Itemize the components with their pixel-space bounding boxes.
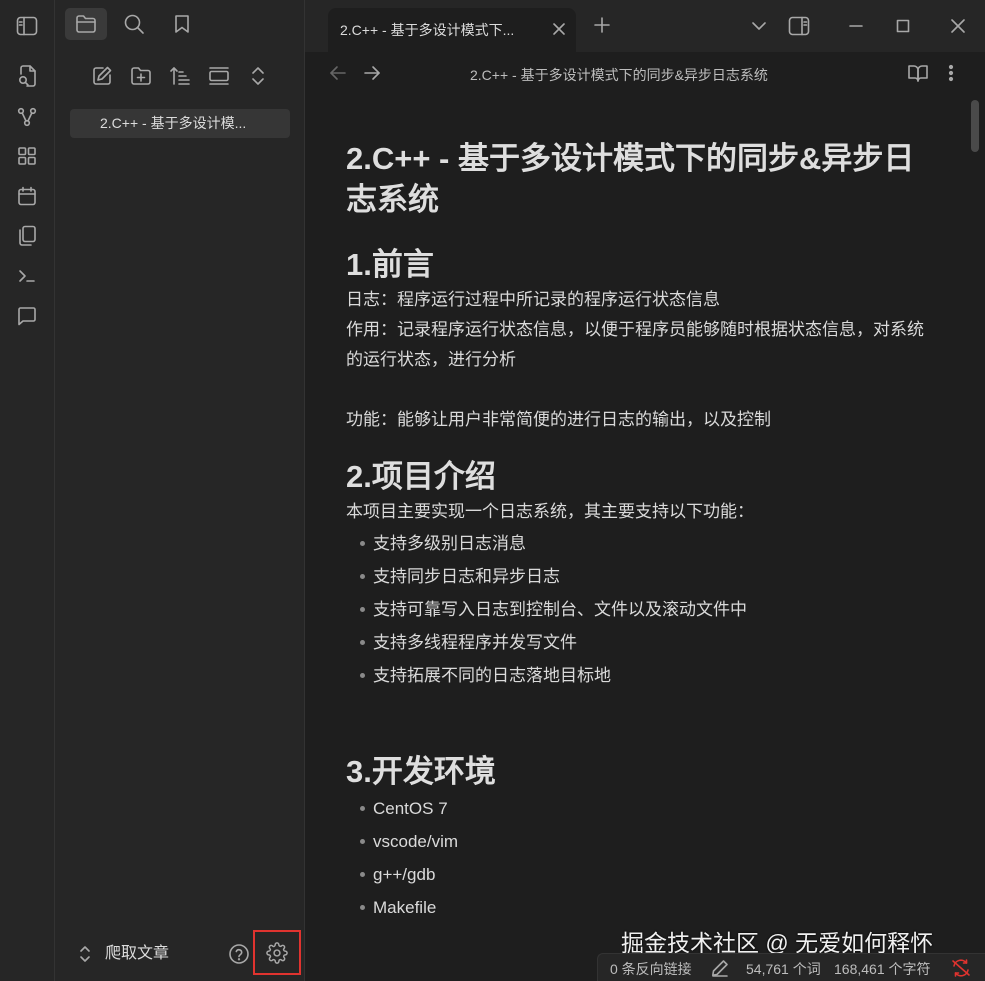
bullet-icon: [360, 839, 365, 844]
maximize-window-icon[interactable]: [890, 13, 916, 39]
vault-switcher-icon[interactable]: [75, 943, 95, 965]
tab-active-note[interactable]: 2.C++ - 基于多设计模式下...: [328, 8, 576, 52]
list-item: 支持多线程程序并发写文件: [346, 626, 936, 659]
search-tab[interactable]: [113, 8, 155, 40]
close-tab-icon[interactable]: [548, 18, 570, 40]
expand-collapse-icon[interactable]: [243, 62, 273, 90]
character-count: 168,461 个字符: [834, 961, 931, 977]
tab-bar: 2.C++ - 基于多设计模式下...: [305, 0, 985, 52]
feature-list: 支持多级别日志消息 支持同步日志和异步日志 支持可靠写入日志到控制台、文件以及滚…: [346, 527, 936, 692]
word-count: 54,761 个词: [746, 961, 821, 977]
daily-note-calendar-icon[interactable]: [14, 183, 40, 209]
minimize-window-icon[interactable]: [843, 13, 869, 39]
file-explorer-tab[interactable]: [65, 8, 107, 40]
ribbon: [0, 0, 55, 981]
document-title: 2.C++ - 基于多设计模式下的同步&异步日志系统: [346, 141, 915, 217]
new-note-icon[interactable]: [87, 62, 117, 90]
paragraph: 作用：记录程序运行状态信息，以便于程序员能够随时根据状态信息，对系统的运行状态，…: [346, 320, 924, 369]
bullet-icon: [360, 806, 365, 811]
editing-mode-pencil-icon[interactable]: [710, 958, 730, 978]
tab-list-chevron-down-icon[interactable]: [746, 13, 772, 39]
bullet-icon: [360, 872, 365, 877]
list-item: 支持同步日志和异步日志: [346, 560, 936, 593]
list-item: vscode/vim: [346, 825, 936, 858]
note-content[interactable]: 2.C++ - 基于多设计模式下的同步&异步日志系统 1.前言 日志：程序运行过…: [305, 96, 985, 981]
section-heading-1: 1.前言: [346, 247, 434, 282]
vault-profile-bar: 爬取文章: [55, 929, 305, 981]
help-icon[interactable]: [227, 942, 251, 966]
view-header: 2.C++ - 基于多设计模式下的同步&异步日志系统: [305, 52, 985, 96]
toggle-right-sidebar-icon[interactable]: [786, 13, 812, 39]
list-item: CentOS 7: [346, 792, 936, 825]
bullet-icon: [360, 607, 365, 612]
sort-order-icon[interactable]: [165, 62, 195, 90]
file-list-item[interactable]: 2.C++ - 基于多设计模...: [70, 109, 290, 138]
sync-status-icon[interactable]: [950, 958, 972, 978]
view-header-title[interactable]: 2.C++ - 基于多设计模式下的同步&异步日志系统: [470, 65, 768, 85]
content-scrollbar[interactable]: [971, 100, 979, 152]
settings-gear-icon[interactable]: [253, 930, 301, 975]
bullet-icon: [360, 574, 365, 579]
navigate-back-arrow-icon[interactable]: [327, 62, 349, 84]
file-explorer-actions: [87, 62, 273, 90]
tab-title: 2.C++ - 基于多设计模式下...: [340, 22, 515, 38]
bullet-icon: [360, 640, 365, 645]
reading-view-book-icon[interactable]: [906, 62, 930, 84]
status-bar: 0 条反向链接 54,761 个词 168,461 个字符: [597, 953, 985, 981]
navigate-forward-arrow-icon[interactable]: [361, 62, 383, 84]
bullet-icon: [360, 541, 365, 546]
list-item: 支持拓展不同的日志落地目标地: [346, 659, 936, 692]
list-item: 支持可靠写入日志到控制台、文件以及滚动文件中: [346, 593, 936, 626]
templates-icon[interactable]: [14, 223, 40, 249]
list-item: g++/gdb: [346, 858, 936, 891]
close-window-icon[interactable]: [945, 13, 971, 39]
environment-list: CentOS 7 vscode/vim g++/gdb Makefile: [346, 792, 936, 924]
sidebar-tabs: [65, 8, 203, 40]
backlinks-count[interactable]: 0 条反向链接: [610, 959, 692, 979]
comment-icon[interactable]: [14, 303, 40, 329]
paragraph: 功能：能够让用户非常简便的进行日志的输出，以及控制: [346, 410, 771, 429]
command-palette-icon[interactable]: [14, 263, 40, 289]
bookmarks-tab[interactable]: [161, 8, 203, 40]
section-heading-2: 2.项目介绍: [346, 459, 496, 494]
markdown-document: 2.C++ - 基于多设计模式下的同步&异步日志系统 1.前言 日志：程序运行过…: [346, 138, 936, 924]
more-options-icon[interactable]: [943, 62, 959, 84]
graph-view-icon[interactable]: [14, 104, 40, 130]
bullet-icon: [360, 905, 365, 910]
list-item: Makefile: [346, 891, 936, 924]
new-folder-icon[interactable]: [126, 62, 156, 90]
sidebar-toggle-icon[interactable]: [13, 12, 41, 40]
auto-reveal-icon[interactable]: [204, 62, 234, 90]
open-quick-switcher-icon[interactable]: [14, 63, 40, 89]
paragraph: 本项目主要实现一个日志系统，其主要支持以下功能：: [346, 502, 754, 521]
file-explorer-sidebar: 2.C++ - 基于多设计模... 爬取文章: [55, 0, 305, 981]
canvas-icon[interactable]: [14, 143, 40, 169]
bullet-icon: [360, 673, 365, 678]
list-item: 支持多级别日志消息: [346, 527, 936, 560]
paragraph: 日志：程序运行过程中所记录的程序运行状态信息: [346, 290, 720, 309]
new-tab-plus-icon[interactable]: [591, 14, 613, 36]
vault-name[interactable]: 爬取文章: [105, 943, 169, 965]
section-heading-3: 3.开发环境: [346, 754, 496, 789]
